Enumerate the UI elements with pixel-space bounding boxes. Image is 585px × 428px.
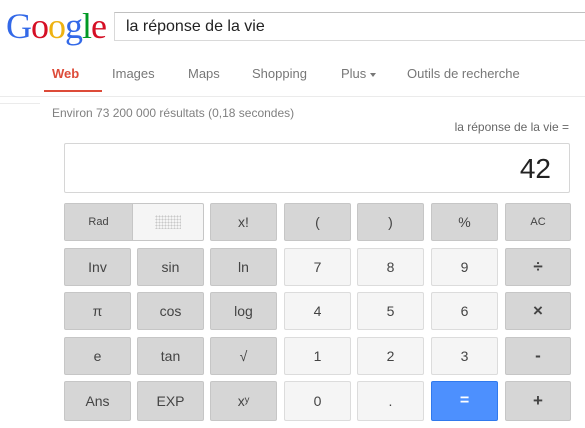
- digit-9-button[interactable]: 9: [431, 248, 498, 286]
- digit-4-button[interactable]: 4: [284, 292, 351, 330]
- multiply-button[interactable]: ×: [505, 292, 571, 330]
- search-tabs: Web Images Maps Shopping Plus Outils de …: [0, 58, 585, 97]
- calculator-result: 42: [519, 153, 551, 184]
- sin-button[interactable]: sin: [137, 248, 204, 286]
- logo-letter: e: [91, 6, 107, 46]
- digit-0-button[interactable]: 0: [284, 381, 351, 421]
- rad-button[interactable]: Rad: [65, 204, 133, 240]
- inverse-button[interactable]: Inv: [64, 248, 131, 286]
- logo-letter: G: [6, 6, 32, 46]
- pi-button[interactable]: π: [64, 292, 131, 330]
- ln-button[interactable]: ln: [210, 248, 277, 286]
- digit-3-button[interactable]: 3: [431, 337, 498, 375]
- tab-shopping[interactable]: Shopping: [252, 66, 307, 81]
- ans-button[interactable]: Ans: [64, 381, 131, 421]
- logo-letter: o: [48, 6, 66, 46]
- cos-button[interactable]: cos: [137, 292, 204, 330]
- equals-button[interactable]: =: [431, 381, 498, 421]
- deg-button[interactable]: [133, 204, 203, 240]
- grip-dots-icon: [155, 215, 181, 229]
- google-logo[interactable]: Google: [6, 6, 107, 46]
- tab-images[interactable]: Images: [112, 66, 155, 81]
- caret-down-icon: [370, 72, 377, 77]
- decimal-button[interactable]: .: [357, 381, 424, 421]
- tan-button[interactable]: tan: [137, 337, 204, 375]
- angle-mode-toggle[interactable]: Rad: [64, 203, 204, 241]
- calculator-query: la réponse de la vie =: [454, 120, 569, 134]
- tab-maps[interactable]: Maps: [188, 66, 220, 81]
- digit-2-button[interactable]: 2: [357, 337, 424, 375]
- divide-button[interactable]: ÷: [505, 248, 571, 286]
- e-button[interactable]: e: [64, 337, 131, 375]
- sqrt-button[interactable]: √: [210, 337, 277, 375]
- log-button[interactable]: log: [210, 292, 277, 330]
- tab-web[interactable]: Web: [52, 66, 79, 81]
- exp-button[interactable]: EXP: [137, 381, 204, 421]
- logo-letter: g: [65, 6, 83, 46]
- percent-button[interactable]: %: [431, 203, 498, 241]
- digit-8-button[interactable]: 8: [357, 248, 424, 286]
- search-input[interactable]: la réponse de la vie: [114, 12, 585, 41]
- digit-6-button[interactable]: 6: [431, 292, 498, 330]
- clear-button[interactable]: AC: [505, 203, 571, 241]
- logo-letter: l: [82, 6, 92, 46]
- subtract-button[interactable]: -: [505, 337, 571, 375]
- search-query-text: la réponse de la vie: [126, 18, 265, 35]
- divider: [0, 103, 40, 104]
- result-stats: Environ 73 200 000 résultats (0,18 secon…: [52, 106, 295, 120]
- digit-1-button[interactable]: 1: [284, 337, 351, 375]
- open-paren-button[interactable]: (: [284, 203, 351, 241]
- tab-more-label: Plus: [341, 66, 367, 81]
- tab-more[interactable]: Plus: [341, 66, 377, 81]
- calculator-display: 42: [64, 143, 570, 193]
- power-button[interactable]: xʸ: [210, 381, 277, 421]
- close-paren-button[interactable]: ): [357, 203, 424, 241]
- tab-search-tools[interactable]: Outils de recherche: [407, 66, 520, 81]
- add-button[interactable]: +: [505, 381, 571, 421]
- factorial-button[interactable]: x!: [210, 203, 277, 241]
- digit-7-button[interactable]: 7: [284, 248, 351, 286]
- header: Google la réponse de la vie: [0, 0, 585, 58]
- active-tab-indicator: [44, 90, 102, 92]
- digit-5-button[interactable]: 5: [357, 292, 424, 330]
- logo-letter: o: [31, 6, 49, 46]
